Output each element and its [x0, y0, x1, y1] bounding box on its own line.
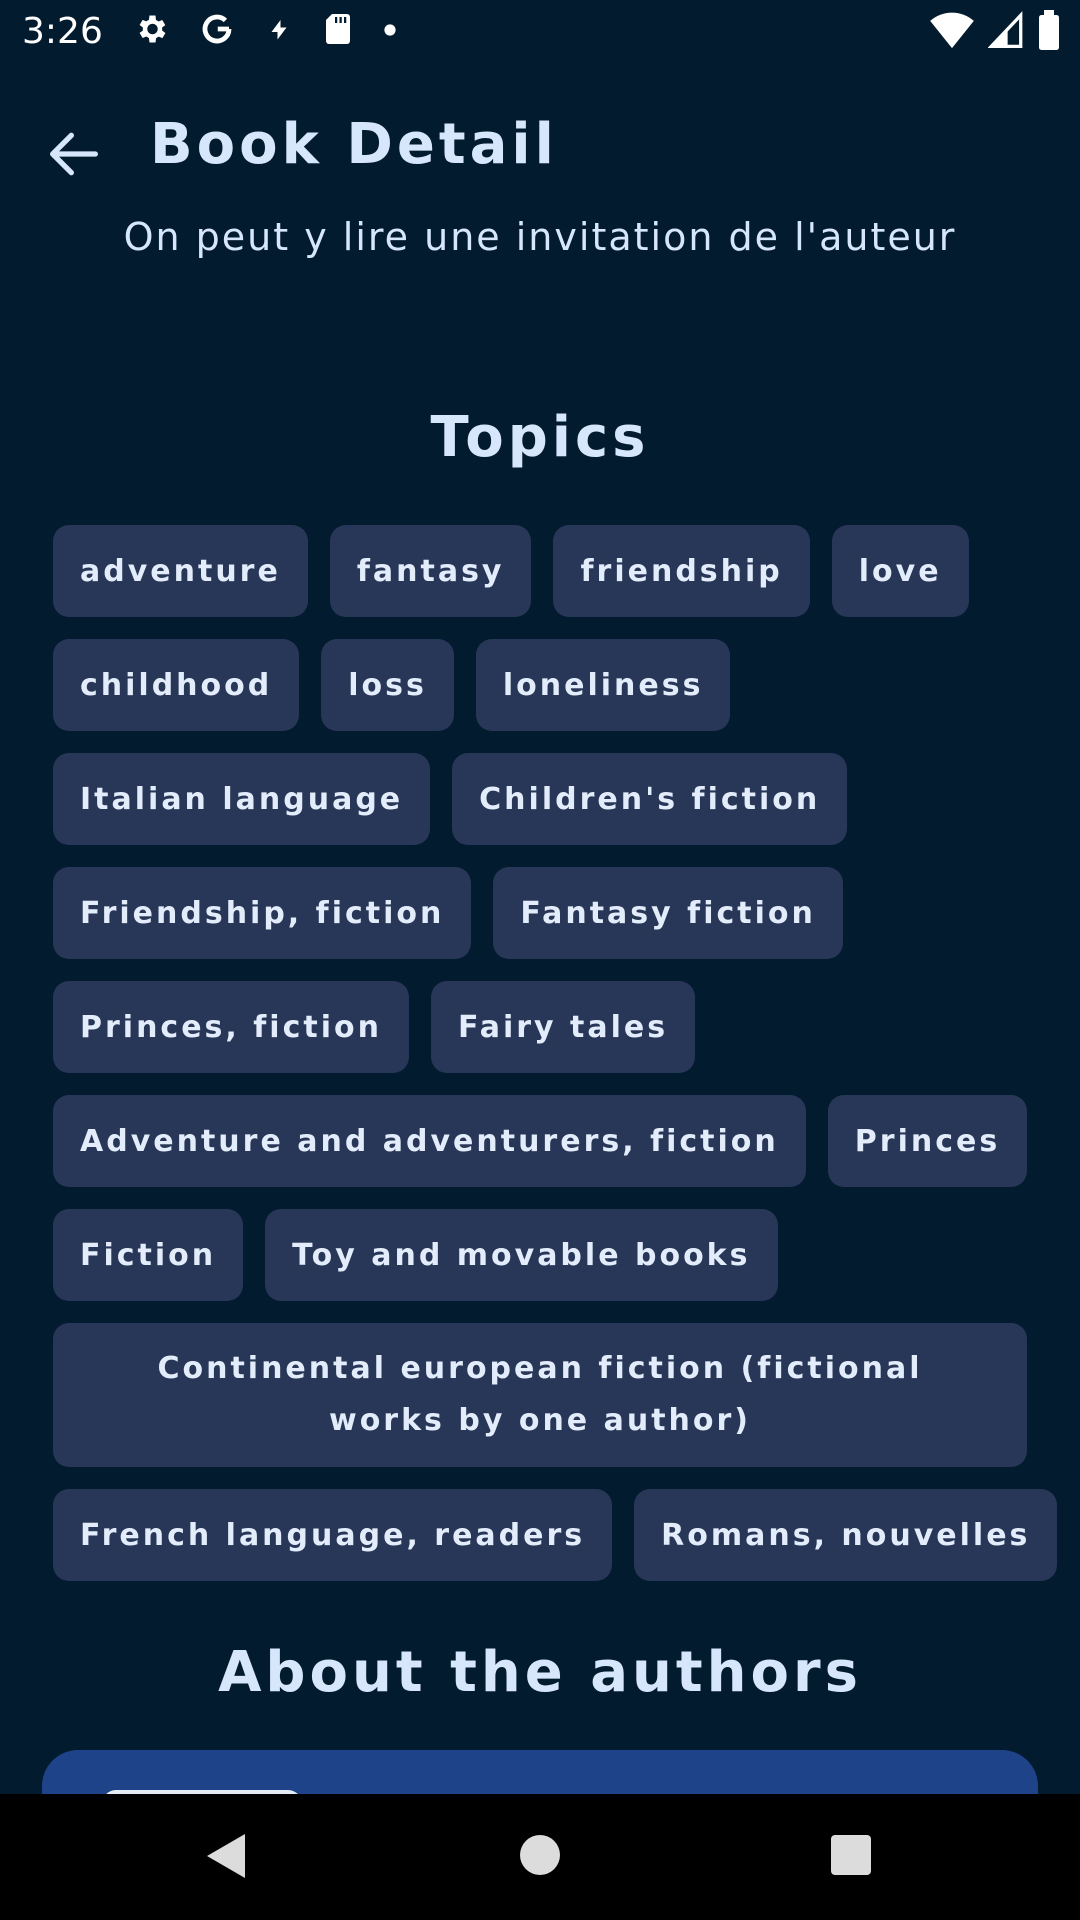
topic-chip[interactable]: childhood: [53, 639, 300, 731]
nav-home-icon[interactable]: [519, 1834, 561, 1880]
topic-chip[interactable]: fantasy: [329, 525, 532, 617]
chip-row: Friendship, fiction Fantasy fiction: [53, 867, 1029, 959]
status-time: 3:26: [22, 10, 103, 52]
topic-chip[interactable]: loneliness: [475, 639, 731, 731]
battery-icon: [1038, 10, 1060, 54]
chip-row: Adventure and adventurers, fiction Princ…: [53, 1095, 1029, 1187]
description-text: On peut y lire une invitation de l'auteu…: [123, 215, 957, 259]
topic-chip[interactable]: French language, readers: [53, 1489, 613, 1581]
settings-icon: [133, 11, 169, 51]
arrow-back-icon[interactable]: [42, 122, 106, 186]
chip-row: childhood loss loneliness: [53, 639, 1029, 731]
chip-row: Princes, fiction Fairy tales: [53, 981, 1029, 1073]
google-icon: [199, 11, 235, 51]
topic-chip[interactable]: Princes: [827, 1095, 1028, 1187]
topics-chip-group: adventure fantasy friendship love childh…: [53, 525, 1058, 1603]
screen: 3:26 Book Detail On peut y lire une invi…: [0, 0, 1080, 1920]
topic-chip[interactable]: friendship: [553, 525, 810, 617]
topic-chip[interactable]: Princes, fiction: [53, 981, 409, 1073]
authors-title: About the authors: [218, 1640, 862, 1705]
status-bar: 3:26: [0, 0, 1080, 62]
notification-dot-icon: [383, 22, 397, 41]
topic-chip[interactable]: Friendship, fiction: [53, 867, 472, 959]
topic-chip[interactable]: love: [831, 525, 969, 617]
topic-chip[interactable]: Toy and movable books: [265, 1209, 778, 1301]
chip-row: adventure fantasy friendship love: [53, 525, 1029, 617]
topic-chip[interactable]: Italian language: [53, 753, 431, 845]
chip-row: Italian language Children's fiction: [53, 753, 1029, 845]
sd-card-icon: [323, 11, 353, 51]
topics-title: Topics: [430, 405, 650, 470]
status-right-icons: [930, 10, 1060, 54]
topic-chip[interactable]: Romans, nouvelles: [634, 1489, 1058, 1581]
topic-chip[interactable]: Children's fiction: [452, 753, 848, 845]
page-title: Book Detail: [150, 112, 558, 177]
topic-chip[interactable]: Continental european fiction (fictional …: [53, 1323, 1027, 1467]
topic-chip[interactable]: Fairy tales: [430, 981, 696, 1073]
signal-icon: [987, 10, 1024, 54]
topic-chip[interactable]: adventure: [53, 525, 308, 617]
status-left-icons: [133, 11, 397, 51]
chip-row: French language, readers Romans, nouvell…: [53, 1489, 1058, 1581]
nav-back-icon[interactable]: [205, 1832, 247, 1884]
chip-row: Continental european fiction (fictional …: [53, 1323, 1029, 1467]
sync-icon: [265, 11, 293, 51]
topic-chip[interactable]: Fantasy fiction: [493, 867, 843, 959]
topic-chip[interactable]: Fiction: [53, 1209, 244, 1301]
system-nav-bar: [0, 1794, 1080, 1920]
topic-chip[interactable]: Adventure and adventurers, fiction: [53, 1095, 806, 1187]
app-bar: Book Detail: [0, 90, 1080, 210]
nav-recents-icon[interactable]: [830, 1834, 872, 1880]
chip-row: Fiction Toy and movable books: [53, 1209, 1029, 1301]
wifi-icon: [930, 10, 974, 54]
topic-chip[interactable]: loss: [321, 639, 454, 731]
